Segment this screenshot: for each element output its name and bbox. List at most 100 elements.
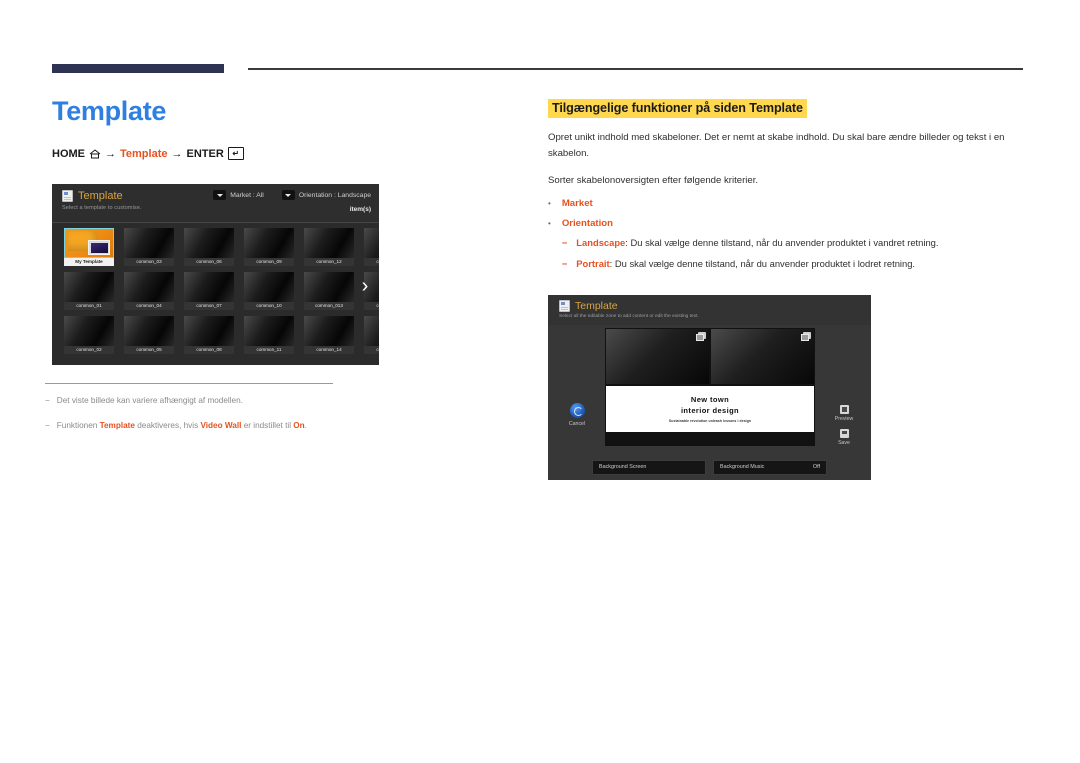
template-tile-label: common_05	[124, 346, 174, 354]
template-thumbnail	[304, 228, 354, 258]
template-thumbnail	[64, 316, 114, 346]
save-button[interactable]: Save	[824, 429, 864, 446]
template-tile[interactable]: common_07	[184, 272, 234, 310]
image-zone-right[interactable]	[711, 329, 814, 384]
header-rule-navy	[52, 64, 224, 73]
template-tile-label: common_02	[64, 346, 114, 354]
sub-item-portrait: − Portrait: Du skal vælge denne tilstand…	[562, 257, 1026, 272]
background-music-button[interactable]: Background Music Off	[713, 459, 827, 475]
note-dash: −	[45, 421, 50, 431]
picture-icon	[88, 240, 110, 255]
sub-item-landscape: − Landscape: Du skal vælge denne tilstan…	[562, 236, 1026, 251]
filter-market[interactable]: Market : All	[213, 190, 264, 200]
template-tile-label: common_06	[184, 258, 234, 266]
template-thumbnail	[184, 316, 234, 346]
bullet-icon: •	[548, 199, 551, 209]
save-icon	[839, 429, 849, 438]
page-title: Template	[52, 96, 167, 126]
preview-icon	[839, 405, 849, 414]
filter-orientation[interactable]: Orientation : Landscape	[281, 190, 371, 200]
sub-dash-icon: −	[561, 257, 568, 269]
template-tile[interactable]: common_02	[64, 316, 114, 354]
template-tile[interactable]: common_15	[364, 228, 379, 266]
next-page-arrow-icon[interactable]: ›	[355, 269, 375, 303]
text-zone[interactable]: New town interior design Sustainable rev…	[606, 386, 814, 432]
template-tile[interactable]: common_14	[304, 316, 354, 354]
bullet-icon: •	[548, 219, 551, 229]
template-tile-label: common_03	[124, 258, 174, 266]
filter-market-label: Market : All	[230, 191, 264, 199]
template-tile-label: common_17	[364, 346, 379, 354]
template-thumbnail	[124, 228, 174, 258]
template-tile-label: common_07	[184, 302, 234, 310]
template-thumbnail	[304, 316, 354, 346]
template-tile-label: common_12	[304, 258, 354, 266]
image-zone-left[interactable]	[606, 329, 709, 384]
editor-header-subtitle: Select all the editable zone to add cont…	[559, 314, 699, 319]
enter-key-icon: ↵	[227, 147, 244, 161]
cancel-button[interactable]: Cancel	[557, 403, 597, 427]
breadcrumb-arrow-2: →	[171, 147, 183, 160]
filter-orientation-label: Orientation : Landscape	[298, 191, 371, 199]
home-icon	[89, 148, 101, 159]
template-tile[interactable]: common_04	[124, 272, 174, 310]
criteria-list: • Market • Orientation − Landscape: Du s…	[548, 198, 1026, 277]
breadcrumb-template-label: Template	[120, 147, 168, 160]
template-tile[interactable]: common_05	[124, 316, 174, 354]
template-tile[interactable]: common_013	[304, 272, 354, 310]
template-tile[interactable]: common_03	[124, 228, 174, 266]
preview-button[interactable]: Preview	[824, 405, 864, 422]
template-thumbnail	[364, 316, 379, 346]
breadcrumb: HOME → Template → ENTER ↵	[52, 147, 432, 161]
device-filters: Market : All Orientation : Landscape	[213, 190, 371, 200]
template-tile-my-template[interactable]: My Template	[64, 228, 114, 266]
editor-header-title: Template	[575, 300, 618, 312]
notes-divider	[45, 383, 333, 385]
text-zone-line-2: interior design	[680, 406, 740, 415]
template-grid-row: common_02 common_05 common_08 common_11 …	[64, 316, 379, 354]
chevron-down-icon[interactable]	[213, 190, 227, 200]
control-spacer	[824, 422, 864, 429]
note-item: − Funktionen Template deaktiveres, hvis …	[45, 420, 340, 432]
template-editor-screenshot: Template Select all the editable zone to…	[548, 295, 871, 480]
editor-header: Template Select all the editable zone to…	[548, 295, 871, 325]
template-thumbnail	[184, 272, 234, 302]
template-tile[interactable]: common_17	[364, 316, 379, 354]
note-dash: −	[45, 396, 50, 406]
template-tile[interactable]: common_12	[304, 228, 354, 266]
left-column: Template HOME → Template → ENTER ↵	[52, 96, 432, 161]
template-tile[interactable]: common_11	[244, 316, 294, 354]
device-header-subtitle: Select a template to customise.	[62, 205, 142, 211]
criteria-label: Orientation	[561, 218, 613, 230]
template-grid-row: My Template common_03 common_06 common_0…	[64, 228, 379, 266]
criteria-label: Market	[561, 198, 593, 210]
template-thumbnail	[64, 228, 114, 258]
criteria-item-market: • Market	[548, 198, 1026, 211]
template-tile[interactable]: common_08	[184, 316, 234, 354]
paragraph-intro: Opret unikt indhold med skabeloner. Det …	[548, 132, 1005, 159]
editor-header-title-group: Template	[559, 300, 618, 312]
template-tile[interactable]: common_06	[184, 228, 234, 266]
template-tile-label: common_15	[364, 258, 379, 266]
template-tile-label: common_16	[364, 302, 379, 310]
device-header-title: Template	[78, 190, 123, 202]
template-thumbnail	[124, 272, 174, 302]
template-tile[interactable]: common_10	[244, 272, 294, 310]
section-heading: Tilgængelige funktioner på siden Templat…	[548, 99, 807, 118]
right-column: Tilgængelige funktioner på siden Templat…	[548, 99, 1026, 315]
paragraph-sort: Sorter skabelonoversigten efter følgende…	[548, 174, 759, 186]
editor-right-controls: Preview Save	[824, 405, 864, 446]
header-rule-thin	[248, 68, 1023, 70]
template-tile[interactable]: common_09	[244, 228, 294, 266]
template-icon	[62, 190, 73, 202]
image-zone-row	[605, 328, 815, 385]
sub-text: Portrait: Du skal vælge denne tilstand, …	[576, 257, 916, 269]
template-tile[interactable]: common_01	[64, 272, 114, 310]
background-screen-button[interactable]: Background Screen	[592, 459, 706, 475]
template-thumbnail	[244, 272, 294, 302]
template-thumbnail	[184, 228, 234, 258]
template-grid: My Template common_03 common_06 common_0…	[52, 223, 379, 365]
template-tile-label: common_14	[304, 346, 354, 354]
chevron-down-icon[interactable]	[281, 190, 295, 200]
item-count-label: item(s)	[349, 206, 371, 213]
